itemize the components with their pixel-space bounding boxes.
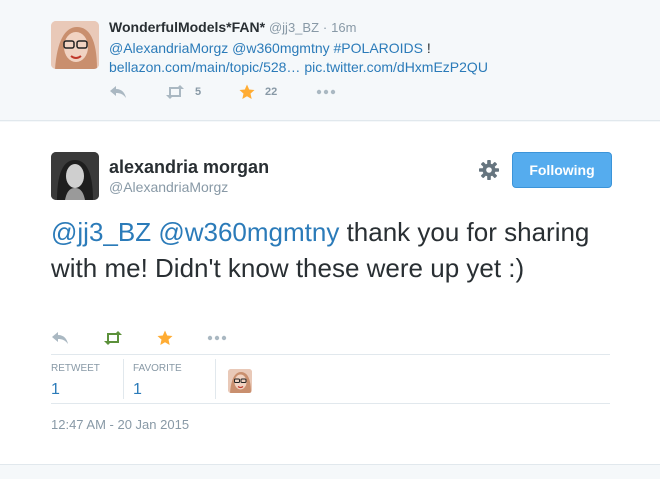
author-handle[interactable]: @jj3_BZ	[269, 20, 319, 35]
avatar-image	[51, 21, 99, 69]
author-name[interactable]: alexandria morgan	[109, 156, 269, 178]
more-icon	[207, 335, 227, 341]
tweet-actions	[51, 328, 271, 348]
mention-link[interactable]: @AlexandriaMorgz	[109, 40, 228, 56]
favorite-stat-label: FAVORITE	[133, 363, 182, 374]
author-handle[interactable]: @AlexandriaMorgz	[109, 179, 228, 195]
more-button[interactable]	[207, 328, 227, 348]
tweet-stats: RETWEET 1 FAVORITE 1	[51, 355, 610, 403]
avatar-image	[51, 152, 99, 200]
divider	[51, 403, 610, 404]
favorite-button[interactable]: 22	[239, 82, 277, 102]
avatar[interactable]	[51, 21, 99, 69]
reply-button[interactable]	[51, 328, 69, 348]
more-button[interactable]	[316, 82, 336, 102]
reply-icon	[110, 86, 126, 98]
mention-link[interactable]: @w360mgmtny	[232, 40, 329, 56]
following-button[interactable]: Following	[512, 152, 612, 188]
tweet-text: @jj3_BZ @w360mgmtny thank you for sharin…	[51, 214, 621, 286]
favorite-button[interactable]	[157, 328, 173, 348]
parent-tweet[interactable]: WonderfulModels*FAN* @jj3_BZ · 16m @Alex…	[0, 0, 660, 121]
retweet-stat-value: 1	[51, 381, 60, 398]
retweet-icon	[104, 331, 122, 345]
author-name[interactable]: WonderfulModels*FAN*	[109, 19, 265, 35]
tweet-text-fragment: !	[426, 40, 431, 56]
retweet-stat-label: RETWEET	[51, 363, 100, 374]
tweet-timestamp[interactable]: 12:47 AM - 20 Jan 2015	[51, 417, 189, 432]
tweet-time[interactable]: 16m	[331, 20, 356, 35]
favorite-icon	[157, 330, 173, 345]
reply-icon	[52, 332, 68, 344]
favorite-count: 22	[265, 86, 278, 98]
permalink-tweet: alexandria morgan @AlexandriaMorgz Follo…	[0, 122, 660, 465]
hashtag-link[interactable]: #POLAROIDS	[334, 40, 423, 56]
mention-link[interactable]: @jj3_BZ	[51, 217, 151, 247]
retweet-icon	[166, 85, 184, 99]
retweet-count: 5	[195, 86, 202, 98]
avatar-image	[228, 369, 252, 393]
retweet-button[interactable]	[103, 328, 123, 348]
reply-button[interactable]	[109, 82, 127, 102]
favoriter-avatar[interactable]	[228, 369, 252, 393]
media-link[interactable]: pic.twitter.com/dHxmEzP2QU	[304, 59, 488, 75]
tweet-text: @AlexandriaMorgz @w360mgmtny #POLAROIDS …	[109, 39, 488, 77]
mention-link[interactable]: @w360mgmtny	[158, 217, 339, 247]
avatar[interactable]	[51, 152, 99, 200]
retweet-button[interactable]: 5	[165, 82, 201, 102]
url-link[interactable]: bellazon.com/main/topic/528…	[109, 59, 300, 75]
retweet-stat[interactable]: RETWEET 1	[51, 355, 100, 403]
favorite-icon	[239, 84, 255, 99]
favorite-stat-value: 1	[133, 381, 142, 398]
tweet-actions: 5 22	[109, 82, 409, 102]
favorite-stat[interactable]: FAVORITE 1	[133, 355, 182, 403]
divider	[215, 359, 216, 399]
gear-icon	[479, 160, 499, 180]
more-icon	[316, 89, 336, 95]
divider	[123, 359, 124, 399]
settings-button[interactable]	[478, 159, 500, 181]
separator-dot: ·	[322, 20, 328, 35]
